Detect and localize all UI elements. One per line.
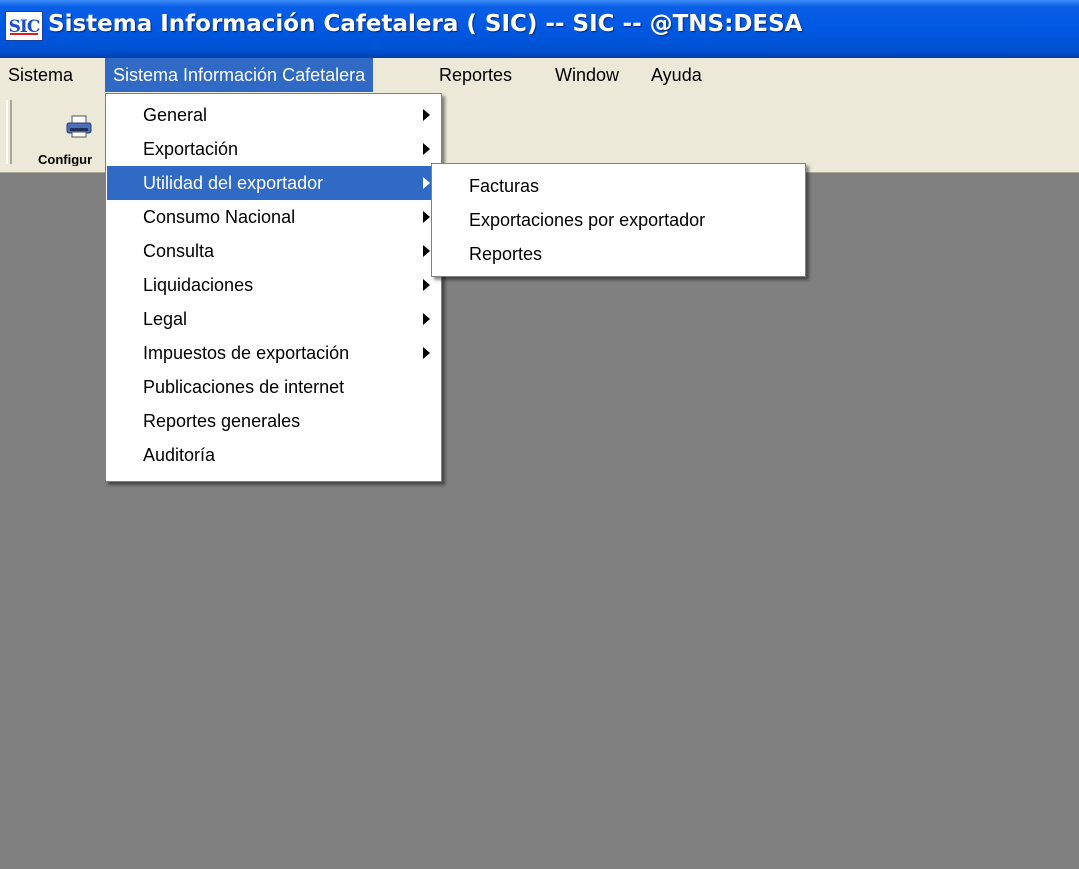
menu-bar: Sistema Sistema Información Cafetalera R… [0, 58, 1079, 94]
menu-sistema[interactable]: Sistema [0, 58, 81, 92]
menu-sistema-informacion-cafetalera[interactable]: Sistema Información Cafetalera [105, 58, 374, 92]
utilidad-submenu: Facturas Exportaciones por exportador Re… [431, 163, 806, 277]
menu-item-label: Consumo Nacional [143, 207, 296, 227]
menu-item-liquidaciones[interactable]: Liquidaciones [107, 268, 440, 302]
menu-item-label: Auditoría [143, 445, 216, 465]
menu-item-label: Exportación [143, 139, 239, 159]
submenu-arrow-icon [423, 177, 430, 189]
toolbar-grip[interactable] [6, 100, 12, 164]
menu-item-consumo-nacional[interactable]: Consumo Nacional [107, 200, 440, 234]
title-bar[interactable]: SIC Sistema Información Cafetalera ( SIC… [0, 0, 1079, 58]
menu-item-exportacion[interactable]: Exportación [107, 132, 440, 166]
sic-dropdown-menu: General Exportación Utilidad del exporta… [105, 93, 442, 482]
submenu-arrow-icon [423, 109, 430, 121]
menu-item-label: Utilidad del exportador [143, 173, 324, 193]
menu-item-impuestos-de-exportacion[interactable]: Impuestos de exportación [107, 336, 440, 370]
menu-item-label: Liquidaciones [143, 275, 254, 295]
window-title: Sistema Información Cafetalera ( SIC) --… [48, 11, 803, 37]
submenu-arrow-icon [423, 245, 430, 257]
menu-item-label: General [143, 105, 208, 125]
menu-item-general[interactable]: General [107, 98, 440, 132]
menu-item-label: Reportes generales [143, 411, 301, 431]
sic-app-icon[interactable]: SIC [5, 11, 43, 41]
menu-item-consulta[interactable]: Consulta [107, 234, 440, 268]
menu-ayuda[interactable]: Ayuda [643, 58, 710, 92]
submenu-arrow-icon [423, 279, 430, 291]
menu-item-utilidad-del-exportador[interactable]: Utilidad del exportador [107, 166, 440, 200]
submenu-arrow-icon [423, 211, 430, 223]
submenu-arrow-icon [423, 347, 430, 359]
menu-item-label: Publicaciones de internet [143, 377, 345, 397]
submenu-item-exportaciones-por-exportador[interactable]: Exportaciones por exportador [433, 203, 804, 237]
submenu-item-facturas[interactable]: Facturas [433, 169, 804, 203]
configure-button-label: Configur [38, 152, 93, 166]
menu-item-legal[interactable]: Legal [107, 302, 440, 336]
menu-item-label: Impuestos de exportación [143, 343, 350, 363]
submenu-arrow-icon [423, 143, 430, 155]
menu-item-reportes-generales[interactable]: Reportes generales [107, 404, 440, 438]
menu-item-auditoria[interactable]: Auditoría [107, 438, 440, 472]
app-icon-text: SIC [8, 17, 41, 37]
menu-reportes[interactable]: Reportes [431, 58, 520, 92]
menu-window[interactable]: Window [547, 58, 627, 92]
configure-button[interactable]: Configur [24, 102, 104, 166]
menu-item-label: Legal [143, 309, 188, 329]
menu-item-label: Consulta [143, 241, 215, 261]
submenu-arrow-icon [423, 313, 430, 325]
submenu-item-reportes[interactable]: Reportes [433, 237, 804, 271]
menu-item-publicaciones-de-internet[interactable]: Publicaciones de internet [107, 370, 440, 404]
printer-icon [66, 115, 92, 138]
